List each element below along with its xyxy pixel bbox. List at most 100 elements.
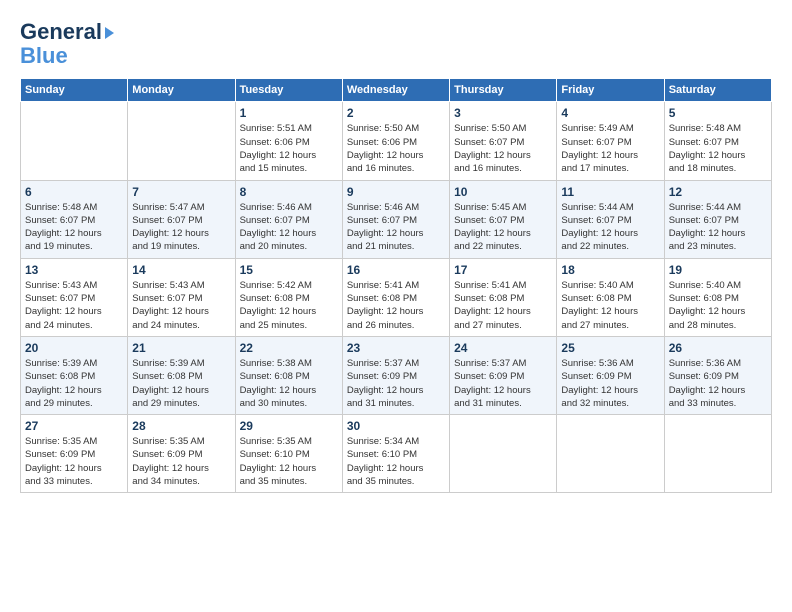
weekday-header: Tuesday [235, 79, 342, 102]
day-info: Sunrise: 5:41 AMSunset: 6:08 PMDaylight:… [347, 279, 445, 332]
day-info: Sunrise: 5:36 AMSunset: 6:09 PMDaylight:… [669, 357, 767, 410]
day-number: 6 [25, 185, 123, 199]
calendar-cell: 27 Sunrise: 5:35 AMSunset: 6:09 PMDayligh… [21, 415, 128, 493]
day-number: 24 [454, 341, 552, 355]
weekday-header: Sunday [21, 79, 128, 102]
day-info: Sunrise: 5:43 AMSunset: 6:07 PMDaylight:… [25, 279, 123, 332]
calendar-cell [128, 102, 235, 180]
day-number: 23 [347, 341, 445, 355]
day-info: Sunrise: 5:41 AMSunset: 6:08 PMDaylight:… [454, 279, 552, 332]
calendar-cell: 11Sunrise: 5:44 AMSunset: 6:07 PMDayligh… [557, 180, 664, 258]
calendar-cell: 6 Sunrise: 5:48 AMSunset: 6:07 PMDaylight… [21, 180, 128, 258]
calendar-week-row: 27 Sunrise: 5:35 AMSunset: 6:09 PMDayligh… [21, 415, 772, 493]
calendar-cell: 29Sunrise: 5:35 AMSunset: 6:10 PMDayligh… [235, 415, 342, 493]
calendar-cell: 28 Sunrise: 5:35 AMSunset: 6:09 PMDayligh… [128, 415, 235, 493]
weekday-header: Wednesday [342, 79, 449, 102]
calendar-cell: 8Sunrise: 5:46 AMSunset: 6:07 PMDaylight… [235, 180, 342, 258]
calendar-cell: 16 Sunrise: 5:41 AMSunset: 6:08 PMDayligh… [342, 258, 449, 336]
calendar-week-row: 20 Sunrise: 5:39 AMSunset: 6:08 PMDayligh… [21, 336, 772, 414]
day-info: Sunrise: 5:38 AMSunset: 6:08 PMDaylight:… [240, 357, 338, 410]
calendar-cell: 22 Sunrise: 5:38 AMSunset: 6:08 PMDayligh… [235, 336, 342, 414]
day-info: Sunrise: 5:35 AMSunset: 6:09 PMDaylight:… [132, 435, 230, 488]
calendar-header-row: SundayMondayTuesdayWednesdayThursdayFrid… [21, 79, 772, 102]
logo-general: General [20, 19, 102, 44]
day-info: Sunrise: 5:36 AMSunset: 6:09 PMDaylight:… [561, 357, 659, 410]
day-info: Sunrise: 5:46 AMSunset: 6:07 PMDaylight:… [240, 201, 338, 254]
day-info: Sunrise: 5:51 AMSunset: 6:06 PMDaylight:… [240, 122, 338, 175]
day-info: Sunrise: 5:44 AMSunset: 6:07 PMDaylight:… [669, 201, 767, 254]
calendar-table: SundayMondayTuesdayWednesdayThursdayFrid… [20, 78, 772, 493]
calendar-cell: 23 Sunrise: 5:37 AMSunset: 6:09 PMDayligh… [342, 336, 449, 414]
day-number: 26 [669, 341, 767, 355]
page-header: General Blue [20, 20, 772, 68]
day-number: 25 [561, 341, 659, 355]
weekday-header: Saturday [664, 79, 771, 102]
day-info: Sunrise: 5:37 AMSunset: 6:09 PMDaylight:… [347, 357, 445, 410]
day-number: 19 [669, 263, 767, 277]
calendar-cell: 5 Sunrise: 5:48 AMSunset: 6:07 PMDaylight… [664, 102, 771, 180]
day-number: 27 [25, 419, 123, 433]
day-number: 29 [240, 419, 338, 433]
calendar-cell [664, 415, 771, 493]
day-info: Sunrise: 5:50 AMSunset: 6:07 PMDaylight:… [454, 122, 552, 175]
day-info: Sunrise: 5:50 AMSunset: 6:06 PMDaylight:… [347, 122, 445, 175]
day-info: Sunrise: 5:49 AMSunset: 6:07 PMDaylight:… [561, 122, 659, 175]
calendar-cell: 2 Sunrise: 5:50 AMSunset: 6:06 PMDaylight… [342, 102, 449, 180]
weekday-header: Thursday [450, 79, 557, 102]
day-info: Sunrise: 5:40 AMSunset: 6:08 PMDaylight:… [561, 279, 659, 332]
day-info: Sunrise: 5:39 AMSunset: 6:08 PMDaylight:… [132, 357, 230, 410]
calendar-week-row: 13 Sunrise: 5:43 AMSunset: 6:07 PMDayligh… [21, 258, 772, 336]
calendar-cell: 25 Sunrise: 5:36 AMSunset: 6:09 PMDayligh… [557, 336, 664, 414]
day-info: Sunrise: 5:48 AMSunset: 6:07 PMDaylight:… [25, 201, 123, 254]
day-info: Sunrise: 5:39 AMSunset: 6:08 PMDaylight:… [25, 357, 123, 410]
day-number: 1 [240, 106, 338, 120]
logo-blue: Blue [20, 44, 68, 68]
logo-text: General [20, 20, 114, 44]
calendar-cell [450, 415, 557, 493]
calendar-cell: 10Sunrise: 5:45 AMSunset: 6:07 PMDayligh… [450, 180, 557, 258]
day-number: 4 [561, 106, 659, 120]
calendar-week-row: 1 Sunrise: 5:51 AMSunset: 6:06 PMDaylight… [21, 102, 772, 180]
day-number: 20 [25, 341, 123, 355]
calendar-cell: 14Sunrise: 5:43 AMSunset: 6:07 PMDayligh… [128, 258, 235, 336]
calendar-cell: 30 Sunrise: 5:34 AMSunset: 6:10 PMDayligh… [342, 415, 449, 493]
calendar-cell: 17 Sunrise: 5:41 AMSunset: 6:08 PMDayligh… [450, 258, 557, 336]
day-number: 2 [347, 106, 445, 120]
calendar-cell [557, 415, 664, 493]
day-number: 12 [669, 185, 767, 199]
calendar-cell: 13 Sunrise: 5:43 AMSunset: 6:07 PMDayligh… [21, 258, 128, 336]
day-info: Sunrise: 5:44 AMSunset: 6:07 PMDaylight:… [561, 201, 659, 254]
day-number: 7 [132, 185, 230, 199]
weekday-header: Monday [128, 79, 235, 102]
calendar-cell: 26 Sunrise: 5:36 AMSunset: 6:09 PMDayligh… [664, 336, 771, 414]
calendar-cell: 1 Sunrise: 5:51 AMSunset: 6:06 PMDaylight… [235, 102, 342, 180]
day-info: Sunrise: 5:43 AMSunset: 6:07 PMDaylight:… [132, 279, 230, 332]
day-info: Sunrise: 5:46 AMSunset: 6:07 PMDaylight:… [347, 201, 445, 254]
day-info: Sunrise: 5:48 AMSunset: 6:07 PMDaylight:… [669, 122, 767, 175]
day-number: 30 [347, 419, 445, 433]
day-number: 9 [347, 185, 445, 199]
calendar-cell: 20 Sunrise: 5:39 AMSunset: 6:08 PMDayligh… [21, 336, 128, 414]
day-info: Sunrise: 5:40 AMSunset: 6:08 PMDaylight:… [669, 279, 767, 332]
day-number: 18 [561, 263, 659, 277]
day-number: 17 [454, 263, 552, 277]
calendar-cell: 18 Sunrise: 5:40 AMSunset: 6:08 PMDayligh… [557, 258, 664, 336]
day-info: Sunrise: 5:35 AMSunset: 6:09 PMDaylight:… [25, 435, 123, 488]
calendar-cell [21, 102, 128, 180]
calendar-week-row: 6 Sunrise: 5:48 AMSunset: 6:07 PMDaylight… [21, 180, 772, 258]
day-number: 13 [25, 263, 123, 277]
logo: General Blue [20, 20, 114, 68]
day-info: Sunrise: 5:42 AMSunset: 6:08 PMDaylight:… [240, 279, 338, 332]
day-number: 28 [132, 419, 230, 433]
calendar-cell: 15Sunrise: 5:42 AMSunset: 6:08 PMDayligh… [235, 258, 342, 336]
day-info: Sunrise: 5:34 AMSunset: 6:10 PMDaylight:… [347, 435, 445, 488]
day-info: Sunrise: 5:37 AMSunset: 6:09 PMDaylight:… [454, 357, 552, 410]
day-info: Sunrise: 5:47 AMSunset: 6:07 PMDaylight:… [132, 201, 230, 254]
day-number: 22 [240, 341, 338, 355]
weekday-header: Friday [557, 79, 664, 102]
day-number: 16 [347, 263, 445, 277]
calendar-cell: 4 Sunrise: 5:49 AMSunset: 6:07 PMDaylight… [557, 102, 664, 180]
calendar-cell: 24 Sunrise: 5:37 AMSunset: 6:09 PMDayligh… [450, 336, 557, 414]
day-number: 21 [132, 341, 230, 355]
day-number: 5 [669, 106, 767, 120]
